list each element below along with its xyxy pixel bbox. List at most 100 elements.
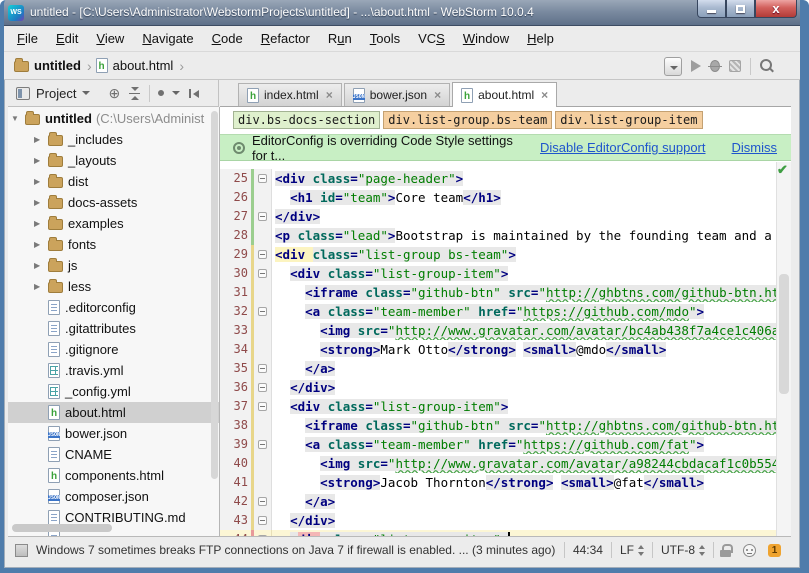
status-message[interactable]: Windows 7 sometimes breaks FTP connectio… [36,543,555,557]
code-line-34[interactable]: 34 <strong>Mark Otto</strong> <small>@md… [220,340,791,359]
caret-position[interactable]: 44:34 [565,543,611,557]
chevron-right-icon[interactable]: ▶ [34,156,48,165]
code-line-25[interactable]: 25<div class="page-header"> [220,169,791,188]
tree-item-fonts[interactable]: ▶fonts [8,234,219,255]
code-line-39[interactable]: 39 <a class="team-member" href="https://… [220,435,791,454]
code-line-31[interactable]: 31 <iframe class="github-btn" src="http:… [220,283,791,302]
hide-panel-icon[interactable] [188,87,201,100]
line-ending-selector[interactable]: LF [612,543,652,557]
coverage-icon[interactable] [729,60,741,72]
project-horizontal-scrollbar[interactable] [12,524,112,532]
tab-bower.json[interactable]: bower.json× [344,83,450,106]
fold-marker-icon[interactable] [254,402,270,411]
menu-refactor[interactable]: Refactor [252,28,319,49]
tree-item-_config.yml[interactable]: _config.yml [8,381,219,402]
fold-marker-icon[interactable] [254,250,270,259]
menu-edit[interactable]: Edit [47,28,87,49]
code-line-37[interactable]: 37 <div class="list-group-item"> [220,397,791,416]
chevron-right-icon[interactable]: ▶ [34,219,48,228]
tree-item-docs-assets[interactable]: ▶docs-assets [8,192,219,213]
menu-view[interactable]: View [87,28,133,49]
code-line-35[interactable]: 35 </a> [220,359,791,378]
chevron-right-icon[interactable]: ▶ [34,282,48,291]
code-line-40[interactable]: 40 <img src="http://www.gravatar.com/ava… [220,454,791,473]
nav-crumb-file[interactable]: about.html [96,58,176,73]
code-line-28[interactable]: 28<p class="lead">Bootstrap is maintaine… [220,226,791,245]
chevron-right-icon[interactable]: ▶ [34,177,48,186]
chevron-down-icon[interactable] [82,91,90,95]
tree-item-untitled[interactable]: ▼untitled(C:\Users\Administ [8,108,219,129]
fold-marker-icon[interactable] [254,212,270,221]
breadcrumb-chip[interactable]: div.list-group-item [555,111,702,129]
tab-close-icon[interactable]: × [326,88,333,102]
chevron-right-icon[interactable]: ▶ [34,261,48,270]
tree-item-.gitignore[interactable]: .gitignore [8,339,219,360]
chevron-right-icon[interactable]: ▶ [34,240,48,249]
breadcrumb-chip[interactable]: div.list-group.bs-team [383,111,552,129]
tree-item-.gitattributes[interactable]: .gitattributes [8,318,219,339]
menu-run[interactable]: Run [319,28,361,49]
fold-marker-icon[interactable] [254,364,270,373]
settings-gear-icon[interactable] [158,90,180,96]
chevron-down-icon[interactable]: ▼ [11,114,25,123]
tree-item-js[interactable]: ▶js [8,255,219,276]
tree-item-bower.json[interactable]: bower.json [8,423,219,444]
code-line-41[interactable]: 41 <strong>Jacob Thornton</strong> <smal… [220,473,791,492]
tree-item-about.html[interactable]: about.html [8,402,219,423]
collapse-all-icon[interactable] [128,87,141,100]
menu-code[interactable]: Code [203,28,252,49]
disable-editorconfig-link[interactable]: Disable EditorConfig support [540,140,705,155]
fold-marker-icon[interactable] [254,307,270,316]
nav-crumb-project[interactable]: untitled [14,58,83,73]
tree-item-CNAME[interactable]: CNAME [8,444,219,465]
project-vertical-scrollbar[interactable] [211,111,218,479]
breadcrumb-chip[interactable]: div.bs-docs-section [233,111,380,129]
tab-about.html[interactable]: about.html× [452,82,557,107]
toolwindow-toggle-icon[interactable] [15,544,28,557]
dismiss-link[interactable]: Dismiss [732,140,778,155]
code-line-42[interactable]: 42 </a> [220,492,791,511]
code-line-27[interactable]: 27</div> [220,207,791,226]
tree-item-_layouts[interactable]: ▶_layouts [8,150,219,171]
code-line-30[interactable]: 30 <div class="list-group-item"> [220,264,791,283]
minimize-button[interactable] [697,0,726,18]
title-bar[interactable]: WS untitled - [C:\Users\Administrator\We… [0,0,809,26]
code-line-38[interactable]: 38 <iframe class="github-btn" src="http:… [220,416,791,435]
inspections-ok-icon[interactable]: ✔ [775,163,790,177]
fold-marker-icon[interactable] [254,516,270,525]
chevron-right-icon[interactable]: ▶ [34,198,48,207]
project-panel-header[interactable]: Project ⊕ [8,80,219,107]
tab-index.html[interactable]: index.html× [238,83,342,106]
code-line-36[interactable]: 36 </div> [220,378,791,397]
fold-marker-icon[interactable] [254,497,270,506]
menu-navigate[interactable]: Navigate [133,28,202,49]
close-button[interactable]: x [755,0,797,18]
fold-marker-icon[interactable] [254,440,270,449]
encoding-selector[interactable]: UTF-8 [653,543,713,557]
menu-window[interactable]: Window [454,28,518,49]
code-line-29[interactable]: 29<div class="list-group bs-team"> [220,245,791,264]
menu-file[interactable]: File [8,28,47,49]
run-icon[interactable] [691,60,701,72]
chevron-right-icon[interactable]: ▶ [34,135,48,144]
tree-item-.travis.yml[interactable]: .travis.yml [8,360,219,381]
code-line-33[interactable]: 33 <img src="http://www.gravatar.com/ava… [220,321,791,340]
code-line-26[interactable]: 26 <h1 id="team">Core team</h1> [220,188,791,207]
locate-file-icon[interactable]: ⊕ [108,86,120,100]
tree-item-composer.json[interactable]: composer.json [8,486,219,507]
tree-item-less[interactable]: ▶less [8,276,219,297]
fold-marker-icon[interactable] [254,269,270,278]
tree-item-components.html[interactable]: components.html [8,465,219,486]
read-only-lock-icon[interactable] [720,544,731,557]
tab-close-icon[interactable]: × [541,88,548,102]
fold-marker-icon[interactable] [254,174,270,183]
code-line-43[interactable]: 43 </div> [220,511,791,530]
search-icon[interactable] [760,59,774,73]
editor-scrollbar-thumb[interactable] [779,274,789,394]
editor-scrollbar[interactable] [776,162,791,536]
menu-vcs[interactable]: VCS [409,28,454,49]
code-editor[interactable]: 25<div class="page-header">26 <h1 id="te… [220,162,791,536]
tree-item-dist[interactable]: ▶dist [8,171,219,192]
maximize-button[interactable] [726,0,755,18]
run-configuration-dropdown[interactable] [664,57,682,76]
